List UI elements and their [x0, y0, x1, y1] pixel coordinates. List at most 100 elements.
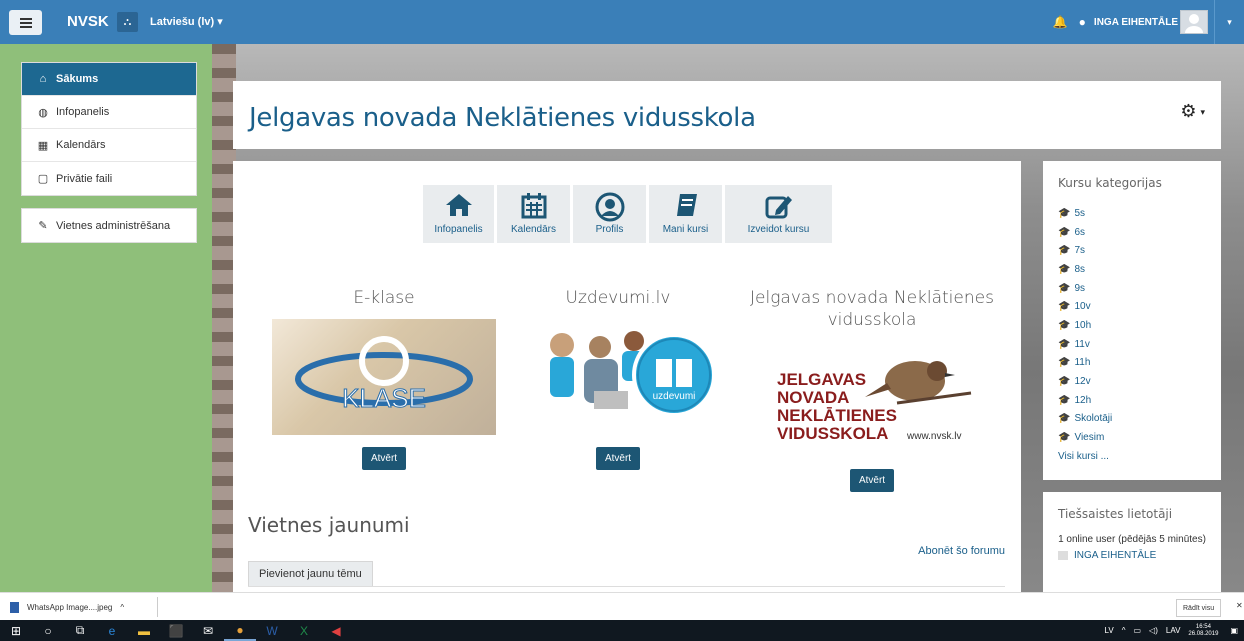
clock[interactable]: 16:54 26.08.2019 [1188, 624, 1218, 638]
calendar-icon: ▦ [37, 139, 49, 152]
windows-start-icon[interactable]: ⊞ [0, 620, 32, 641]
svg-text:uzdevumi: uzdevumi [653, 391, 696, 402]
chrome-icon[interactable]: ● [224, 620, 256, 641]
graduation-cap-icon: 🎓 [1058, 263, 1071, 275]
category-link[interactable]: 🎓 5s [1058, 204, 1206, 223]
uzdevumi-logo[interactable]: uzdevumi [518, 319, 718, 435]
task-view-icon[interactable]: ⧉ [64, 620, 96, 641]
store-icon[interactable]: ⬛ [160, 620, 192, 641]
category-link[interactable]: 🎓 6s [1058, 223, 1206, 242]
downloads-bar: WhatsApp Image....jpeg ^ Rādīt visu ✕ [0, 592, 1244, 620]
download-item[interactable]: WhatsApp Image....jpeg ^ [10, 598, 124, 616]
category-link[interactable]: 🎓 11v [1058, 335, 1206, 354]
edit-icon [765, 196, 792, 219]
flag-icon[interactable]: ◀ [320, 620, 352, 641]
drawer-admin-group: ✎ Vietnes administrēšana [21, 208, 197, 243]
news-title: Vietnes jaunumi [248, 513, 410, 537]
block-title: Tiešsaistes lietotāji [1058, 507, 1173, 521]
network-icon[interactable]: ▭ [1133, 626, 1141, 635]
open-nvsk-button[interactable]: Atvērt [849, 469, 895, 492]
graduation-cap-icon: 🎓 [1058, 301, 1071, 313]
quick-link-create-course[interactable]: Izveidot kursu [725, 185, 832, 243]
online-summary: 1 online user (pēdējās 5 minūtes) [1058, 534, 1206, 545]
quick-link-my-courses[interactable]: Mani kursi [649, 185, 722, 243]
all-courses-link[interactable]: Visi kursi ... [1058, 447, 1206, 466]
drawer-item-site-admin[interactable]: ✎ Vietnes administrēšana [22, 209, 196, 242]
file-icon: ▢ [37, 173, 49, 185]
messages-icon[interactable]: ● [1079, 15, 1086, 29]
show-all-downloads-button[interactable]: Rādīt visu [1176, 599, 1222, 617]
open-uzdevumi-button[interactable]: Atvērt [595, 447, 641, 470]
category-link[interactable]: 🎓 11h [1058, 354, 1206, 373]
quick-link-dashboard[interactable]: Infopanelis [423, 185, 494, 243]
page-title: Jelgavas novada Neklātienes vidusskola [249, 103, 756, 133]
site-brand[interactable]: NVSK [67, 13, 109, 30]
keyboard-layout[interactable]: LAV [1166, 626, 1181, 635]
drawer-item-dashboard[interactable]: ◍ Infopanelis [22, 96, 196, 129]
mail-icon[interactable]: ✉ [192, 620, 224, 641]
main-content: Infopanelis Kalendārs Profils Mani kursi… [233, 161, 1021, 592]
settings-gear-icon[interactable]: ⚙ ▾ [1180, 101, 1205, 122]
drawer-item-private-files[interactable]: ▢ Privātie faili [22, 162, 196, 195]
category-link[interactable]: 🎓 12v [1058, 372, 1206, 391]
subscribe-forum-link[interactable]: Abonēt šo forumu [918, 545, 1005, 557]
open-eklase-button[interactable]: Atvērt [361, 447, 407, 470]
notification-center-icon[interactable]: ▣ [1230, 626, 1238, 635]
graduation-cap-icon: 🎓 [1058, 282, 1071, 294]
site-card-nvsk: Jelgavas novada Neklātienes vidusskola J… [745, 287, 999, 492]
user-menu-caret-icon[interactable]: ▾ [1214, 0, 1244, 44]
site-title: E-klase [353, 288, 415, 308]
user-name[interactable]: INGA EIHENTĀLE [1094, 17, 1178, 28]
sitemap-icon[interactable]: ⛬ [117, 12, 138, 32]
excel-icon[interactable]: X [288, 620, 320, 641]
category-link[interactable]: 🎓 8s [1058, 260, 1206, 279]
word-icon[interactable]: W [256, 620, 288, 641]
search-icon[interactable]: ○ [32, 620, 64, 641]
category-link[interactable]: 🎓 12h [1058, 391, 1206, 410]
category-link[interactable]: 🎓 10v [1058, 297, 1206, 316]
drawer-item-home[interactable]: ⌂ Sākums [22, 63, 196, 96]
category-link[interactable]: 🎓 7s [1058, 241, 1206, 260]
category-link[interactable]: 🎓 10h [1058, 316, 1206, 335]
category-link[interactable]: 🎓 Viesim [1058, 428, 1206, 447]
language-menu[interactable]: Latviešu (lv) ▾ [150, 15, 223, 28]
user-avatar[interactable] [1180, 10, 1208, 34]
drawer-item-calendar[interactable]: ▦ Kalendārs [22, 129, 196, 162]
image-file-icon [10, 601, 19, 613]
add-new-topic-button[interactable]: Pievienot jaunu tēmu [248, 561, 373, 587]
eklase-logo[interactable]: KLASE [272, 319, 496, 435]
page-header: Jelgavas novada Neklātienes vidusskola ⚙… [233, 81, 1221, 149]
menu-toggle-button[interactable] [9, 10, 42, 35]
online-user-link[interactable]: INGA EIHENTĀLE [1058, 550, 1206, 561]
dashboard-icon: ◍ [38, 106, 48, 119]
close-icon[interactable]: ✕ [1236, 601, 1243, 610]
svg-text:VIDUSSKOLA: VIDUSSKOLA [777, 424, 888, 443]
user-icon [595, 192, 624, 222]
svg-text:NEKLĀTIENES: NEKLĀTIENES [777, 406, 897, 425]
graduation-cap-icon: 🎓 [1058, 376, 1071, 388]
category-link[interactable]: 🎓 Skolotāji [1058, 410, 1206, 429]
site-title: Jelgavas novada Neklātienes vidusskola [750, 288, 994, 330]
edge-icon[interactable]: e [96, 620, 128, 641]
category-list: 🎓 5s 🎓 6s 🎓 7s 🎓 8s 🎓 9s 🎓 10v 🎓 10h 🎓 11v 🎓 11h 🎓 12v 🎓 12h 🎓… [1058, 204, 1206, 447]
language-indicator[interactable]: LV [1105, 626, 1114, 635]
chevron-up-icon[interactable]: ^ [1122, 626, 1126, 635]
folder-icon[interactable]: ▬ [128, 620, 160, 641]
graduation-cap-icon: 🎓 [1058, 432, 1071, 444]
quick-link-calendar[interactable]: Kalendārs [497, 185, 570, 243]
chevron-up-icon[interactable]: ^ [120, 603, 124, 612]
calendar-icon [521, 193, 546, 219]
notifications-bell-icon[interactable]: 🔔 [1053, 15, 1068, 29]
graduation-cap-icon: 🎓 [1058, 245, 1071, 257]
graduation-cap-icon: 🎓 [1058, 338, 1071, 350]
nvsk-logo[interactable]: JELGAVAS NOVADA NEKLĀTIENES VIDUSSKOLA w… [767, 341, 977, 457]
chevron-down-icon: ▾ [1200, 106, 1205, 117]
graduation-cap-icon: 🎓 [1058, 319, 1071, 331]
category-link[interactable]: 🎓 9s [1058, 279, 1206, 298]
graduation-cap-icon: 🎓 [1058, 413, 1071, 425]
volume-icon[interactable]: ◁) [1149, 626, 1158, 635]
graduation-cap-icon: 🎓 [1058, 226, 1071, 238]
quick-link-profile[interactable]: Profils [573, 185, 646, 243]
user-avatar-icon [1058, 551, 1068, 560]
system-tray: LV ^ ▭ ◁) LAV 16:54 26.08.2019 ▣ [1105, 620, 1244, 641]
